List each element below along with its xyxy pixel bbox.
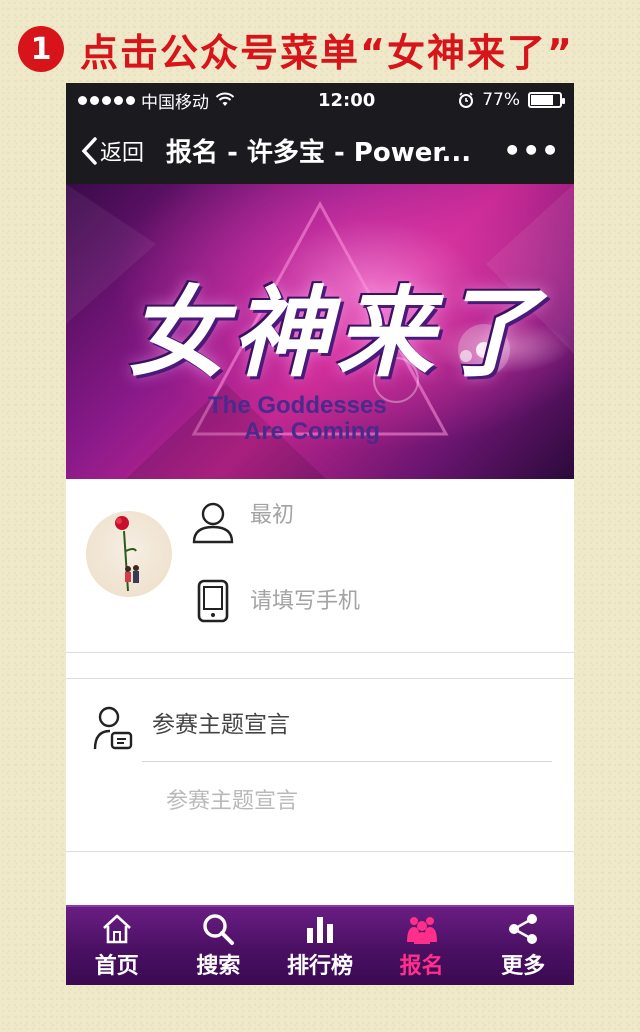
user-icon (192, 502, 234, 544)
name-field[interactable]: 最初 (250, 497, 294, 529)
signup-form-profile: 最初 请填写手机 (66, 479, 574, 653)
alarm-icon (459, 92, 474, 108)
declaration-section: 参赛主题宣言 参赛主题宣言 (66, 679, 574, 852)
tab-label: 更多 (501, 954, 546, 979)
bottom-tab-bar: 首页 搜索 排行榜 报名 更多 (66, 905, 574, 985)
carrier-label: 中国移动 (141, 92, 209, 113)
back-button[interactable]: 返回 (80, 135, 144, 167)
rose-couple-illustration (115, 516, 139, 592)
declaration-label: 参赛主题宣言 (152, 712, 290, 738)
event-banner: 女神来了 The Goddesses Are Coming (66, 184, 574, 479)
tab-label: 首页 (94, 954, 139, 979)
banner-title: 女神来了 (128, 277, 545, 391)
nav-bar: 返回 报名 - 许多宝 - Power... ••• (66, 117, 574, 184)
tab-signup[interactable]: 报名 (371, 907, 473, 985)
phone-input[interactable]: 请填写手机 (250, 583, 360, 615)
tab-search[interactable]: 搜索 (168, 907, 270, 985)
banner-subtitle-line2: Are Coming (244, 418, 381, 445)
tab-label: 排行榜 (286, 954, 353, 979)
step-heading: 1 点击公众号菜单“女神来了” (18, 24, 574, 75)
phone-screen: 中国移动 12:00 77% 返回 报名 - 许多宝 - Power... ••… (66, 83, 574, 985)
status-bar: 中国移动 12:00 77% (66, 83, 574, 117)
banner-subtitle-line1: The Goddesses (208, 392, 387, 419)
chevron-left-icon (81, 136, 97, 165)
declaration-divider (142, 761, 552, 762)
avatar[interactable] (86, 511, 172, 597)
tab-more[interactable]: 更多 (472, 907, 574, 985)
share-icon (509, 914, 538, 944)
search-icon (203, 914, 235, 945)
declaration-textarea[interactable]: 参赛主题宣言 (166, 783, 298, 815)
mobile-phone-icon (197, 579, 229, 623)
tab-label: 报名 (399, 954, 444, 979)
clock: 12:00 (317, 89, 376, 111)
back-label: 返回 (100, 140, 145, 166)
tab-label: 搜索 (196, 954, 241, 979)
section-divider (66, 653, 574, 679)
step-instruction: 点击公众号菜单“女神来了” (80, 30, 574, 75)
wifi-icon (215, 92, 235, 106)
page-title: 报名 - 许多宝 - Power... (166, 138, 472, 168)
signup-icon (406, 917, 437, 944)
more-options-button[interactable]: ••• (503, 134, 560, 167)
battery-icon (528, 92, 565, 108)
user-id-icon (93, 706, 133, 750)
home-icon (102, 914, 131, 944)
battery-percent: 77% (482, 90, 520, 110)
ranking-icon (306, 917, 333, 943)
signal-icon (78, 95, 135, 105)
step-number-badge: 1 (18, 26, 64, 72)
tab-home[interactable]: 首页 (66, 907, 168, 985)
tab-ranking[interactable]: 排行榜 (269, 907, 371, 985)
